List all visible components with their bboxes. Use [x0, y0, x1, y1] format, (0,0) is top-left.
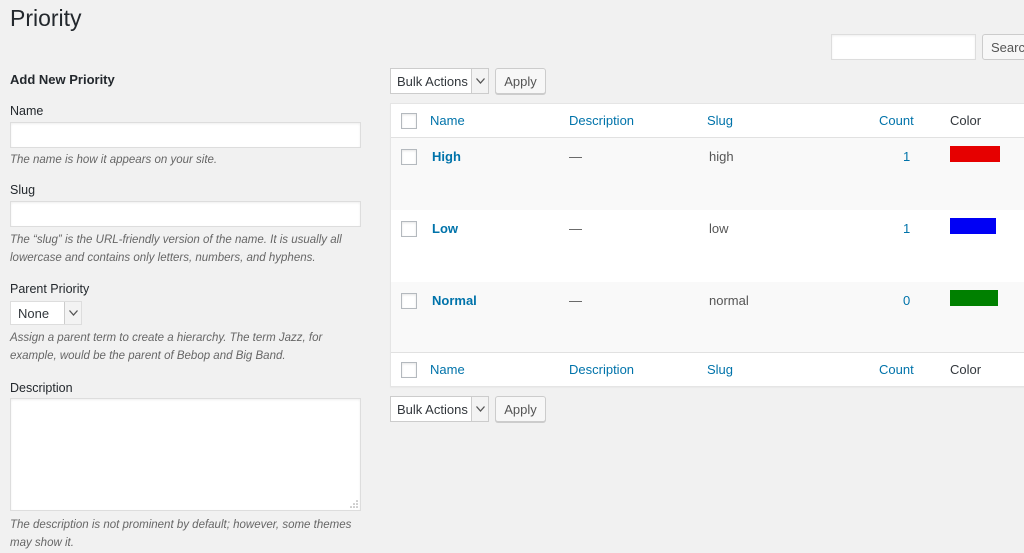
column-name[interactable]: Name — [430, 362, 465, 377]
column-description[interactable]: Description — [569, 113, 634, 128]
name-help: The name is how it appears on your site. — [10, 154, 218, 166]
term-name-link[interactable]: Low — [432, 221, 458, 236]
color-swatch — [950, 218, 996, 234]
term-count-link[interactable]: 0 — [903, 293, 910, 308]
color-swatch — [950, 146, 1000, 162]
term-count-link[interactable]: 1 — [903, 149, 910, 164]
bulk-actions-select-bottom[interactable]: Bulk Actions — [390, 396, 489, 422]
resize-grip-icon[interactable] — [350, 500, 358, 508]
chevron-down-icon — [64, 302, 81, 324]
table-row: Low — low 1 — [391, 210, 1024, 282]
form-heading: Add New Priority — [10, 72, 115, 87]
column-count[interactable]: Count — [879, 113, 914, 128]
slug-help: The “slug” is the URL-friendly version o… — [10, 234, 342, 264]
term-name-link[interactable]: High — [432, 149, 461, 164]
chevron-down-icon — [471, 69, 488, 93]
term-description: — — [569, 293, 582, 308]
select-all-checkbox[interactable] — [401, 113, 417, 129]
column-color: Color — [950, 362, 982, 377]
row-checkbox[interactable] — [401, 221, 417, 237]
select-all-checkbox-bottom[interactable] — [401, 362, 417, 378]
column-slug[interactable]: Slug — [707, 362, 733, 377]
color-swatch — [950, 290, 998, 306]
page-title: Priority — [10, 5, 82, 31]
table-header: Name Description Slug Count Color — [391, 104, 1024, 138]
parent-select-value: None — [18, 306, 50, 321]
terms-table: Name Description Slug Count Color High —… — [390, 103, 1024, 387]
term-description: — — [569, 149, 582, 164]
parent-select[interactable]: None — [10, 301, 82, 325]
search-input[interactable] — [831, 34, 976, 60]
parent-help: Assign a parent term to create a hierarc… — [10, 332, 323, 362]
slug-field[interactable] — [10, 201, 361, 227]
table-row: High — high 1 — [391, 138, 1024, 210]
name-label: Name — [10, 104, 44, 118]
column-description[interactable]: Description — [569, 362, 634, 377]
column-name[interactable]: Name — [430, 113, 465, 128]
name-field[interactable] — [10, 122, 361, 148]
column-color: Color — [950, 113, 982, 128]
term-description: — — [569, 221, 582, 236]
description-label: Description — [10, 381, 73, 395]
column-slug[interactable]: Slug — [707, 113, 733, 128]
slug-label: Slug — [10, 183, 36, 197]
term-name-link[interactable]: Normal — [432, 293, 477, 308]
parent-label: Parent Priority — [10, 282, 90, 296]
term-slug: low — [709, 221, 729, 236]
chevron-down-icon — [471, 397, 488, 421]
column-count[interactable]: Count — [879, 362, 914, 377]
apply-button-top[interactable]: Apply — [495, 68, 546, 94]
term-count-link[interactable]: 1 — [903, 221, 910, 236]
bulk-actions-value: Bulk Actions — [397, 74, 468, 89]
term-slug: normal — [709, 293, 749, 308]
bulk-actions-select-top[interactable]: Bulk Actions — [390, 68, 489, 94]
apply-button-bottom[interactable]: Apply — [495, 396, 546, 422]
bulk-actions-value: Bulk Actions — [397, 402, 468, 417]
search-button[interactable]: Search — [982, 34, 1024, 60]
description-help: The description is not prominent by defa… — [10, 519, 352, 549]
table-footer: Name Description Slug Count Color — [391, 352, 1024, 386]
row-checkbox[interactable] — [401, 293, 417, 309]
description-field[interactable] — [10, 398, 361, 511]
table-row: Normal — normal 0 — [391, 282, 1024, 354]
row-checkbox[interactable] — [401, 149, 417, 165]
term-slug: high — [709, 149, 734, 164]
